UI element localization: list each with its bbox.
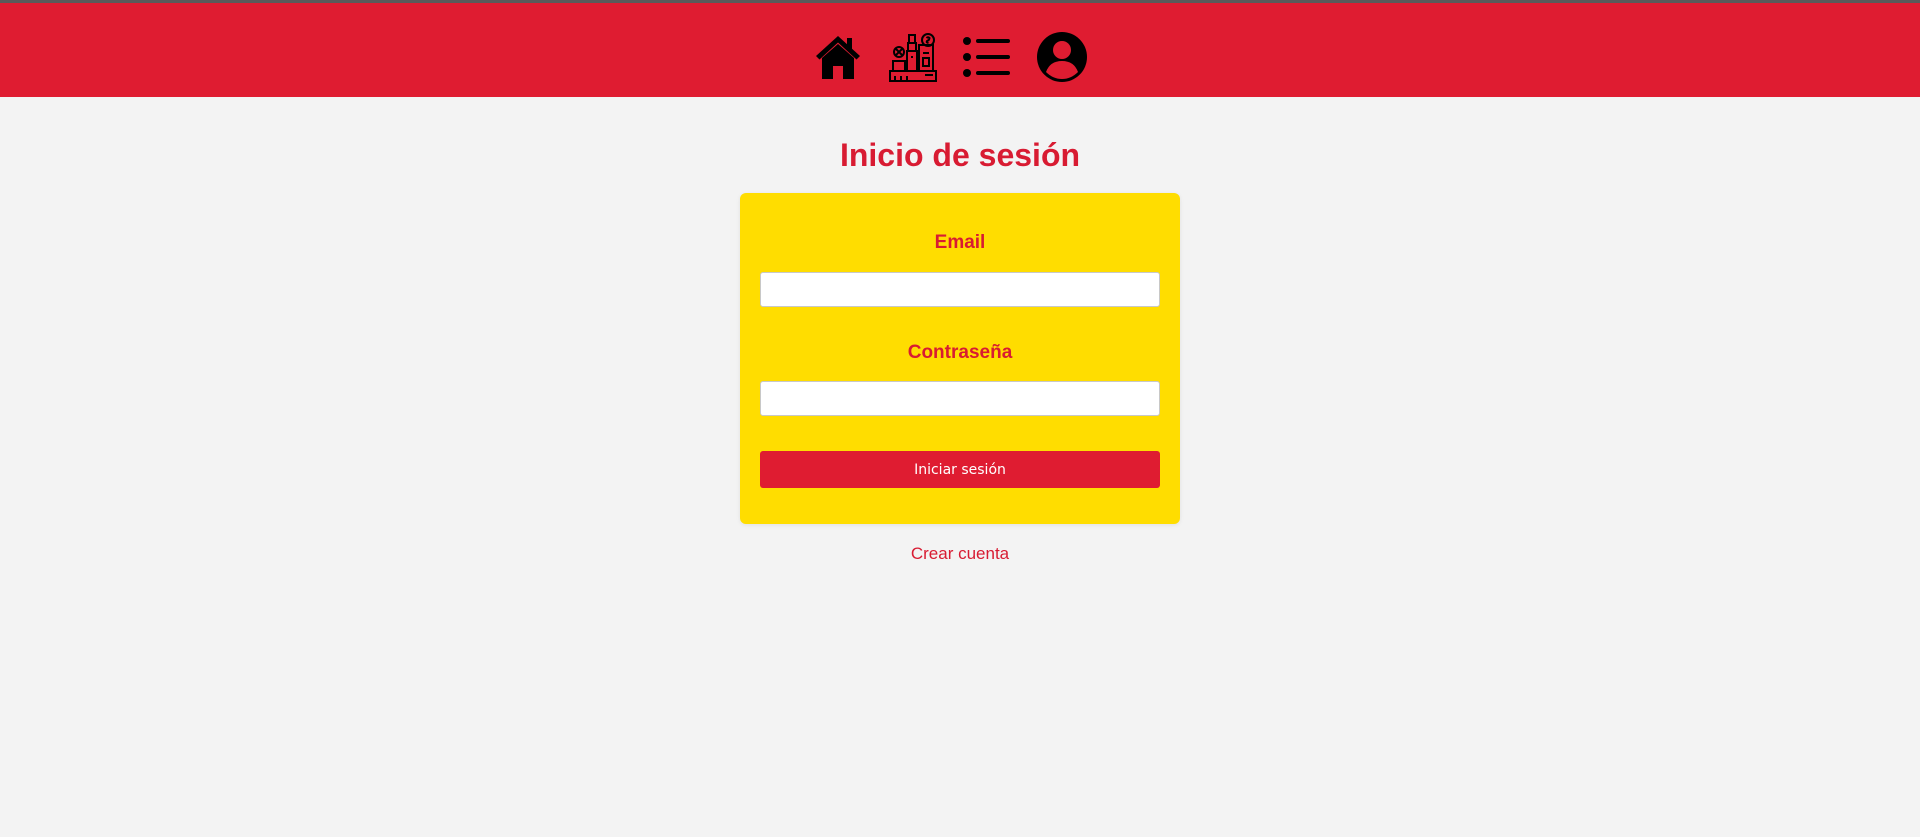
page-title: Inicio de sesión bbox=[839, 137, 1081, 173]
home-icon[interactable] bbox=[812, 31, 864, 83]
create-account-container: Crear cuenta bbox=[0, 543, 1920, 565]
email-field[interactable] bbox=[760, 272, 1160, 307]
top-navbar bbox=[0, 3, 1920, 97]
email-label: Email bbox=[934, 232, 986, 253]
create-account-link[interactable]: Crear cuenta bbox=[911, 544, 1009, 563]
account-icon[interactable] bbox=[1036, 31, 1088, 83]
password-field[interactable] bbox=[760, 381, 1160, 416]
products-icon[interactable] bbox=[887, 31, 939, 83]
login-form: Email Contraseña Iniciar sesión bbox=[740, 193, 1180, 524]
login-button[interactable]: Iniciar sesión bbox=[760, 451, 1160, 488]
list-icon[interactable] bbox=[961, 31, 1013, 83]
password-label: Contraseña bbox=[907, 342, 1013, 363]
